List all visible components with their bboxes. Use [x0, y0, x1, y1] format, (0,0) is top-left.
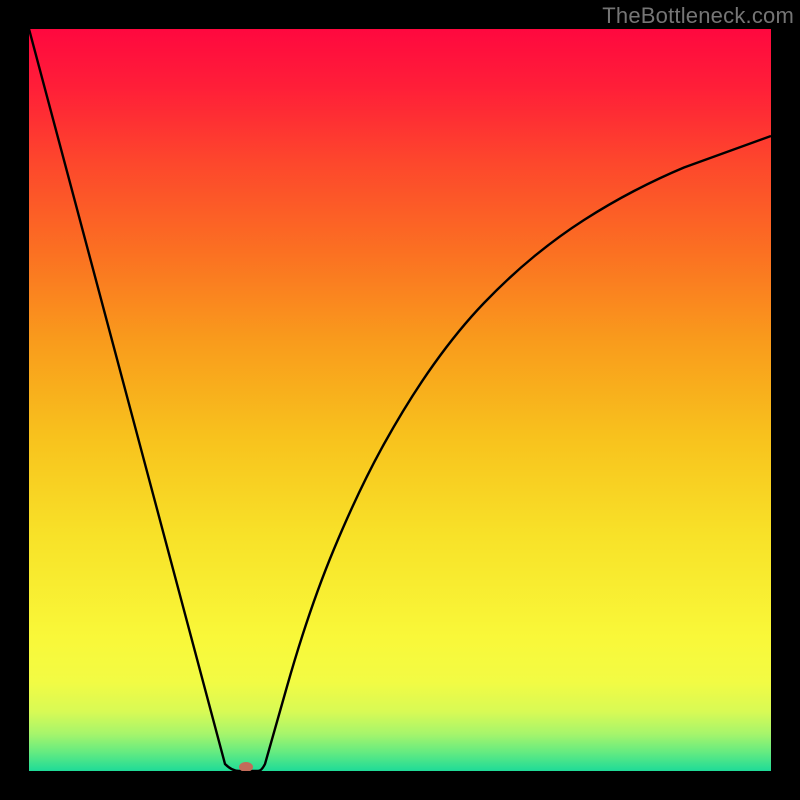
gradient-background — [29, 29, 771, 771]
watermark-text: TheBottleneck.com — [602, 3, 794, 29]
bottleneck-chart — [29, 29, 771, 771]
